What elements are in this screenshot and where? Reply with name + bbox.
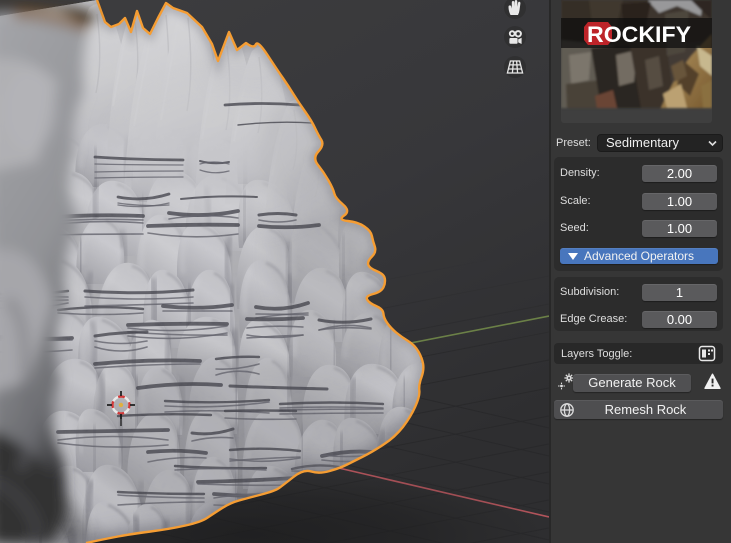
svg-text:ROCKIFY: ROCKIFY xyxy=(587,22,691,47)
